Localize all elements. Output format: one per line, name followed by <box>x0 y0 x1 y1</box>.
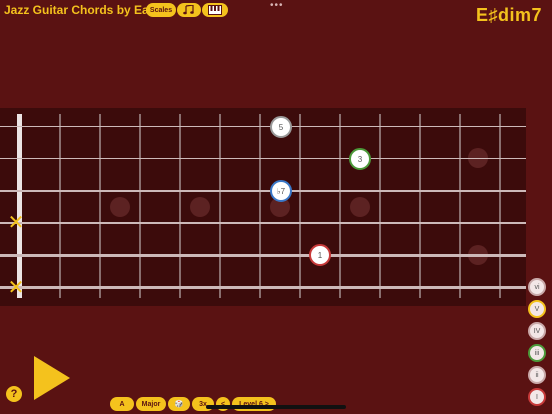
guitar-string <box>0 190 526 192</box>
fret-wire <box>179 114 181 298</box>
fretboard: ✕ ✕ 5 3 ♭7 1 <box>0 108 526 306</box>
fret-inlay <box>110 197 130 217</box>
dice-icon: 🎲 <box>174 401 184 408</box>
key-selector[interactable]: A <box>110 397 134 411</box>
fret-wire <box>499 114 501 298</box>
fret-wire <box>139 114 141 298</box>
fret-inlay <box>190 197 210 217</box>
fret-wire <box>99 114 101 298</box>
music-notes-icon <box>183 5 194 15</box>
music-notes-button[interactable] <box>177 3 201 17</box>
fret-wire <box>459 114 461 298</box>
randomize-button[interactable]: 🎲 <box>168 397 190 411</box>
degree-button-v[interactable]: V <box>528 300 546 318</box>
fret-inlay <box>350 197 370 217</box>
degree-button-iv[interactable]: IV <box>528 322 546 340</box>
degree-button-i[interactable]: I <box>528 388 546 406</box>
fret-wire <box>299 114 301 298</box>
scales-button[interactable]: Scales <box>146 3 176 17</box>
fret-wire <box>259 114 261 298</box>
fret-wire <box>339 114 341 298</box>
nut <box>17 114 22 298</box>
chord-note-fifth[interactable]: 5 <box>270 116 292 138</box>
degree-button-ii[interactable]: ii <box>528 366 546 384</box>
chord-note-root[interactable]: 1 <box>309 244 331 266</box>
guitar-string <box>0 254 526 257</box>
fret-wire <box>59 114 61 298</box>
degree-button-iii[interactable]: iii <box>528 344 546 362</box>
guitar-string <box>0 158 526 159</box>
chord-note-third[interactable]: 3 <box>349 148 371 170</box>
piano-keys-icon <box>208 5 222 15</box>
fret-wire <box>419 114 421 298</box>
guitar-string <box>0 286 526 289</box>
degree-button-vi[interactable]: vi <box>528 278 546 296</box>
more-menu-button[interactable]: ••• <box>270 0 284 11</box>
muted-string-marker: ✕ <box>7 212 25 234</box>
muted-string-marker: ✕ <box>7 277 25 299</box>
home-indicator <box>206 405 346 409</box>
piano-button[interactable] <box>202 3 228 17</box>
chord-note-flat-seventh[interactable]: ♭7 <box>270 180 292 202</box>
fret-wire <box>219 114 221 298</box>
app-title: Jazz Guitar Chords by Ear <box>4 3 154 17</box>
help-button[interactable]: ? <box>6 386 22 402</box>
play-icon[interactable] <box>34 356 70 400</box>
mode-selector[interactable]: Major <box>136 397 166 411</box>
chord-name: E♯dim7 <box>475 5 542 25</box>
guitar-string <box>0 126 526 127</box>
guitar-string <box>0 222 526 224</box>
fret-wire <box>379 114 381 298</box>
